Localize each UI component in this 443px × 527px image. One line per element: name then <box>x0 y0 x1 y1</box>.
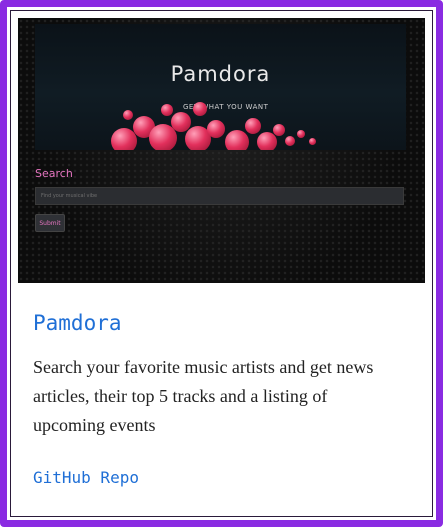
balloon-graphic <box>123 110 133 120</box>
balloon-graphic <box>285 136 295 146</box>
balloon-graphic <box>225 130 249 150</box>
balloon-graphic <box>273 124 285 136</box>
search-input[interactable] <box>35 187 404 205</box>
project-card: Pamdora GET WHAT YOU WANT Search Submit … <box>0 0 443 527</box>
project-title: Pamdora <box>33 311 122 335</box>
balloon-graphic <box>309 138 316 145</box>
balloon-graphic <box>245 118 261 134</box>
hero-title: Pamdora <box>170 62 271 86</box>
project-screenshot[interactable]: Pamdora GET WHAT YOU WANT Search Submit <box>18 18 425 283</box>
search-label: Search <box>35 167 73 180</box>
project-description: Search your favorite music artists and g… <box>33 357 374 435</box>
balloon-graphic <box>207 120 225 138</box>
balloon-graphic <box>257 132 277 150</box>
hero-banner: Pamdora GET WHAT YOU WANT <box>35 24 406 150</box>
balloon-graphic <box>161 104 173 116</box>
github-repo-link[interactable]: GitHub Repo <box>33 468 139 487</box>
submit-button[interactable]: Submit <box>35 214 65 232</box>
balloon-graphic <box>193 102 207 116</box>
balloon-graphic <box>297 130 305 138</box>
